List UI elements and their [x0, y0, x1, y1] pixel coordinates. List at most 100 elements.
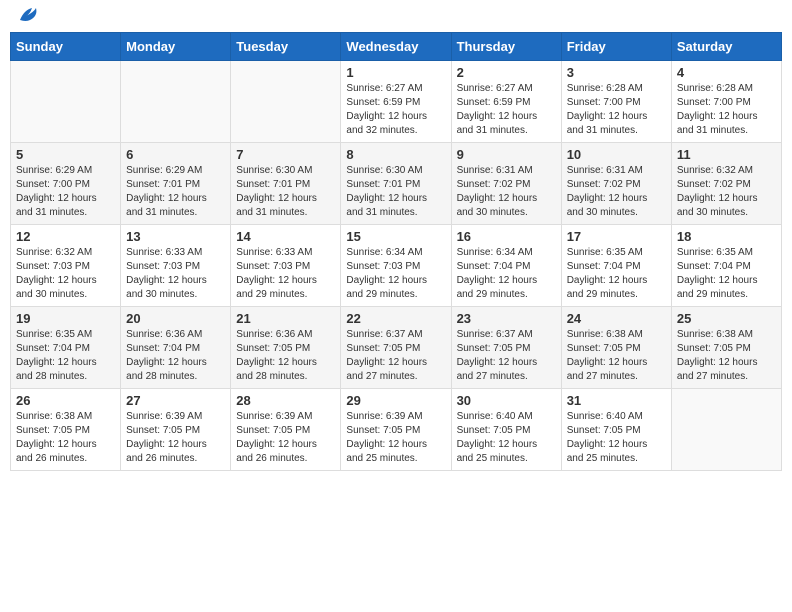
day-number: 11: [677, 147, 776, 162]
day-info: Sunrise: 6:39 AM Sunset: 7:05 PM Dayligh…: [346, 410, 445, 466]
day-info: Sunrise: 6:32 AM Sunset: 7:02 PM Dayligh…: [677, 164, 776, 220]
day-info: Sunrise: 6:39 AM Sunset: 7:05 PM Dayligh…: [126, 410, 225, 466]
day-number: 16: [457, 229, 556, 244]
calendar-cell: 15Sunrise: 6:34 AM Sunset: 7:03 PM Dayli…: [341, 225, 451, 307]
day-info: Sunrise: 6:35 AM Sunset: 7:04 PM Dayligh…: [677, 246, 776, 302]
calendar-cell: 25 Sunrise: 6:38 AM Sunset: 7:05 PM Dayli…: [671, 307, 781, 389]
calendar-cell: 19 Sunrise: 6:35 AM Sunset: 7:04 PM Dayli…: [11, 307, 121, 389]
day-number: 1: [346, 65, 445, 80]
day-number: 31: [567, 393, 666, 408]
day-info: Sunrise: 6:34 AM Sunset: 7:04 PM Dayligh…: [457, 246, 556, 302]
day-info: Sunrise: 6:29 AM Sunset: 7:01 PM Dayligh…: [126, 164, 225, 220]
day-number: 20: [126, 311, 225, 326]
day-number: 14: [236, 229, 335, 244]
calendar-cell: 3 Sunrise: 6:28 AM Sunset: 7:00 PM Daylig…: [561, 61, 671, 143]
weekday-header-wednesday: Wednesday: [341, 33, 451, 61]
day-info: Sunrise: 6:40 AM Sunset: 7:05 PM Dayligh…: [567, 410, 666, 466]
calendar-cell: 7Sunrise: 6:30 AM Sunset: 7:01 PM Daylig…: [231, 143, 341, 225]
day-info: Sunrise: 6:32 AM Sunset: 7:03 PM Dayligh…: [16, 246, 115, 302]
day-info: Sunrise: 6:37 AM Sunset: 7:05 PM Dayligh…: [346, 328, 445, 384]
day-info: Sunrise: 6:29 AM Sunset: 7:00 PM Dayligh…: [16, 164, 115, 220]
calendar-cell: 6Sunrise: 6:29 AM Sunset: 7:01 PM Daylig…: [121, 143, 231, 225]
day-number: 21: [236, 311, 335, 326]
day-number: 12: [16, 229, 115, 244]
day-info: Sunrise: 6:39 AM Sunset: 7:05 PM Dayligh…: [236, 410, 335, 466]
day-info: Sunrise: 6:27 AM Sunset: 6:59 PM Dayligh…: [346, 82, 445, 138]
calendar-cell: [231, 61, 341, 143]
weekday-header-monday: Monday: [121, 33, 231, 61]
calendar-cell: 23 Sunrise: 6:37 AM Sunset: 7:05 PM Dayli…: [451, 307, 561, 389]
calendar-cell: 18 Sunrise: 6:35 AM Sunset: 7:04 PM Dayli…: [671, 225, 781, 307]
calendar-week-row: 19 Sunrise: 6:35 AM Sunset: 7:04 PM Dayli…: [11, 307, 782, 389]
calendar-cell: 14 Sunrise: 6:33 AM Sunset: 7:03 PM Dayli…: [231, 225, 341, 307]
calendar-cell: 2Sunrise: 6:27 AM Sunset: 6:59 PM Daylig…: [451, 61, 561, 143]
day-number: 17: [567, 229, 666, 244]
day-info: Sunrise: 6:36 AM Sunset: 7:05 PM Dayligh…: [236, 328, 335, 384]
day-number: 22: [346, 311, 445, 326]
day-number: 18: [677, 229, 776, 244]
calendar-cell: 27Sunrise: 6:39 AM Sunset: 7:05 PM Dayli…: [121, 389, 231, 471]
day-info: Sunrise: 6:40 AM Sunset: 7:05 PM Dayligh…: [457, 410, 556, 466]
calendar-cell: 1 Sunrise: 6:27 AM Sunset: 6:59 PM Daylig…: [341, 61, 451, 143]
weekday-header-friday: Friday: [561, 33, 671, 61]
day-number: 29: [346, 393, 445, 408]
weekday-header-row: SundayMondayTuesdayWednesdayThursdayFrid…: [11, 33, 782, 61]
day-number: 15: [346, 229, 445, 244]
calendar-cell: 20 Sunrise: 6:36 AM Sunset: 7:04 PM Dayli…: [121, 307, 231, 389]
calendar-cell: 26 Sunrise: 6:38 AM Sunset: 7:05 PM Dayli…: [11, 389, 121, 471]
bird-icon: [16, 6, 38, 24]
day-number: 26: [16, 393, 115, 408]
calendar-cell: 30 Sunrise: 6:40 AM Sunset: 7:05 PM Dayli…: [451, 389, 561, 471]
day-number: 13: [126, 229, 225, 244]
day-info: Sunrise: 6:30 AM Sunset: 7:01 PM Dayligh…: [236, 164, 335, 220]
page-header: [10, 10, 782, 24]
day-number: 10: [567, 147, 666, 162]
day-number: 19: [16, 311, 115, 326]
day-number: 4: [677, 65, 776, 80]
calendar-cell: 5 Sunrise: 6:29 AM Sunset: 7:00 PM Daylig…: [11, 143, 121, 225]
calendar-cell: [121, 61, 231, 143]
day-info: Sunrise: 6:35 AM Sunset: 7:04 PM Dayligh…: [567, 246, 666, 302]
day-info: Sunrise: 6:35 AM Sunset: 7:04 PM Dayligh…: [16, 328, 115, 384]
calendar-cell: 11 Sunrise: 6:32 AM Sunset: 7:02 PM Dayli…: [671, 143, 781, 225]
calendar-week-row: 5 Sunrise: 6:29 AM Sunset: 7:00 PM Daylig…: [11, 143, 782, 225]
day-info: Sunrise: 6:31 AM Sunset: 7:02 PM Dayligh…: [567, 164, 666, 220]
calendar-cell: 13 Sunrise: 6:33 AM Sunset: 7:03 PM Dayli…: [121, 225, 231, 307]
day-info: Sunrise: 6:36 AM Sunset: 7:04 PM Dayligh…: [126, 328, 225, 384]
day-number: 30: [457, 393, 556, 408]
day-info: Sunrise: 6:28 AM Sunset: 7:00 PM Dayligh…: [677, 82, 776, 138]
day-info: Sunrise: 6:37 AM Sunset: 7:05 PM Dayligh…: [457, 328, 556, 384]
day-info: Sunrise: 6:38 AM Sunset: 7:05 PM Dayligh…: [16, 410, 115, 466]
calendar-cell: 10 Sunrise: 6:31 AM Sunset: 7:02 PM Dayli…: [561, 143, 671, 225]
calendar-cell: 8 Sunrise: 6:30 AM Sunset: 7:01 PM Daylig…: [341, 143, 451, 225]
day-number: 9: [457, 147, 556, 162]
day-number: 25: [677, 311, 776, 326]
calendar-cell: 12 Sunrise: 6:32 AM Sunset: 7:03 PM Dayli…: [11, 225, 121, 307]
day-info: Sunrise: 6:30 AM Sunset: 7:01 PM Dayligh…: [346, 164, 445, 220]
day-info: Sunrise: 6:38 AM Sunset: 7:05 PM Dayligh…: [677, 328, 776, 384]
calendar-cell: [11, 61, 121, 143]
calendar-cell: 4 Sunrise: 6:28 AM Sunset: 7:00 PM Daylig…: [671, 61, 781, 143]
day-number: 28: [236, 393, 335, 408]
day-number: 8: [346, 147, 445, 162]
day-number: 5: [16, 147, 115, 162]
day-number: 23: [457, 311, 556, 326]
calendar-cell: [671, 389, 781, 471]
day-number: 3: [567, 65, 666, 80]
day-info: Sunrise: 6:28 AM Sunset: 7:00 PM Dayligh…: [567, 82, 666, 138]
day-info: Sunrise: 6:33 AM Sunset: 7:03 PM Dayligh…: [236, 246, 335, 302]
calendar-cell: 31 Sunrise: 6:40 AM Sunset: 7:05 PM Dayli…: [561, 389, 671, 471]
calendar-cell: 29 Sunrise: 6:39 AM Sunset: 7:05 PM Dayli…: [341, 389, 451, 471]
day-info: Sunrise: 6:27 AM Sunset: 6:59 PM Dayligh…: [457, 82, 556, 138]
calendar-cell: 9Sunrise: 6:31 AM Sunset: 7:02 PM Daylig…: [451, 143, 561, 225]
weekday-header-thursday: Thursday: [451, 33, 561, 61]
weekday-header-tuesday: Tuesday: [231, 33, 341, 61]
calendar-cell: 21 Sunrise: 6:36 AM Sunset: 7:05 PM Dayli…: [231, 307, 341, 389]
weekday-header-saturday: Saturday: [671, 33, 781, 61]
day-info: Sunrise: 6:33 AM Sunset: 7:03 PM Dayligh…: [126, 246, 225, 302]
calendar-week-row: 1 Sunrise: 6:27 AM Sunset: 6:59 PM Daylig…: [11, 61, 782, 143]
calendar-cell: 17 Sunrise: 6:35 AM Sunset: 7:04 PM Dayli…: [561, 225, 671, 307]
calendar-table: SundayMondayTuesdayWednesdayThursdayFrid…: [10, 32, 782, 471]
weekday-header-sunday: Sunday: [11, 33, 121, 61]
logo: [14, 10, 38, 24]
